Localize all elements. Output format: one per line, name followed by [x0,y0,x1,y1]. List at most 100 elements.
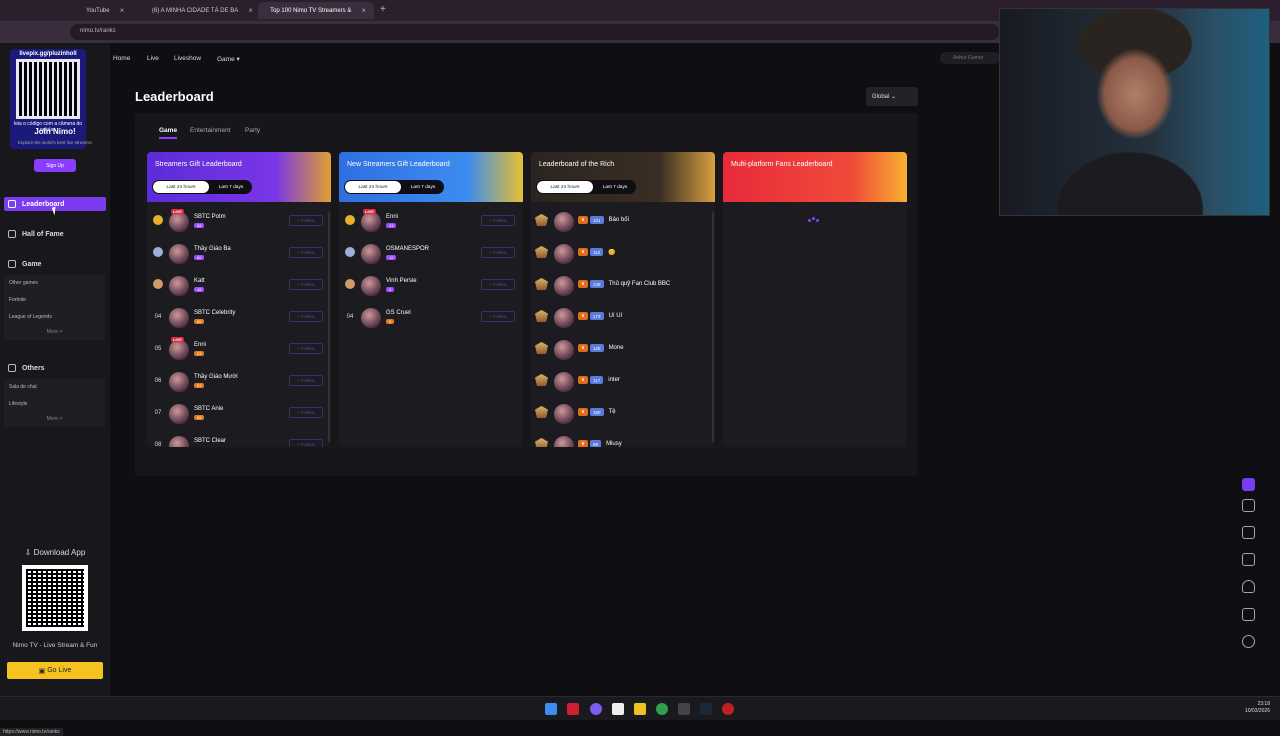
table-row[interactable]: ♛117inter [531,366,715,398]
avatar[interactable] [169,212,189,232]
avatar[interactable] [169,404,189,424]
sign-up-button[interactable]: Sign Up [34,159,76,172]
avatar[interactable] [169,372,189,392]
table-row[interactable]: Thầy Giáo Ba60+ Follow [147,238,331,270]
avatar[interactable] [554,276,574,296]
video-icon[interactable] [1242,526,1255,539]
submenu-item[interactable]: Sala de chat [4,379,105,396]
follow-button[interactable]: + Follow [481,247,515,258]
streamer-name[interactable]: Enni [386,214,398,220]
avatar[interactable] [169,276,189,296]
steam-icon[interactable] [700,703,712,715]
app-icon[interactable] [678,703,690,715]
sidebar-item-game[interactable]: Game [4,257,106,271]
table-row[interactable]: ♛99Miusy [531,430,715,447]
user-name[interactable]: 😊 [608,249,615,256]
streamer-name[interactable]: OSMANESPOR [386,246,429,252]
follow-button[interactable]: + Follow [481,279,515,290]
avatar[interactable] [361,276,381,296]
table-row[interactable]: OSMANESPOR12+ Follow [339,238,523,270]
period-24h[interactable]: Last 24 hours [345,181,401,193]
streamer-name[interactable]: SBTC Potm [194,214,226,220]
streamer-name[interactable]: Katt [194,278,205,284]
user-name[interactable]: inter [608,377,620,383]
table-row[interactable]: ♛101Bảo bối [531,206,715,238]
tab-party[interactable]: Party [245,127,260,134]
follow-button[interactable]: + Follow [289,343,323,354]
avatar[interactable] [361,212,381,232]
table-row[interactable]: 04SBTC Celebrity60+ Follow [147,302,331,334]
avatar[interactable] [554,308,574,328]
tab-entertainment[interactable]: Entertainment [190,127,230,134]
more-link[interactable]: More > [4,413,105,427]
table-row[interactable]: 04GS Cruel5+ Follow [339,302,523,334]
go-live-button[interactable]: ▣ Go Live [7,662,103,679]
user-name[interactable]: Bảo bối [609,217,629,223]
avatar[interactable] [554,372,574,392]
table-row[interactable]: 06Thầy Giáo Mười57+ Follow [147,366,331,398]
document-icon[interactable] [1242,553,1255,566]
close-icon[interactable]: × [361,6,366,15]
nav-live[interactable]: Live [147,55,159,62]
follow-button[interactable]: + Follow [481,215,515,226]
new-tab-icon[interactable]: + [380,4,386,15]
avatar[interactable] [554,436,574,447]
address-bar[interactable]: nimo.tv/ranks [70,24,1000,40]
nav-liveshow[interactable]: Liveshow [174,55,201,62]
table-row[interactable]: ♛160Tệ [531,398,715,430]
submenu-item[interactable]: Other games [4,275,105,292]
app-icon[interactable] [612,703,624,715]
bell-icon[interactable] [1242,580,1255,593]
user-name[interactable]: Tệ [609,409,616,415]
avatar[interactable] [554,212,574,232]
follow-button[interactable]: + Follow [289,247,323,258]
table-row[interactable]: Katt48+ Follow [147,270,331,302]
avatar[interactable] [554,404,574,424]
table-row[interactable]: 08SBTC Clear+ Follow [147,430,331,447]
avatar[interactable] [361,308,381,328]
table-row[interactable]: 07SBTC Anie55+ Follow [147,398,331,430]
avatar[interactable] [169,340,189,360]
chrome-icon[interactable] [656,703,668,715]
streamer-name[interactable]: Thầy Giáo Mười [194,374,238,380]
follow-button[interactable]: + Follow [289,279,323,290]
table-row[interactable]: ♛173Uí Uí [531,302,715,334]
headset-icon[interactable] [1242,635,1255,648]
table-row[interactable]: 05LIVEEnni23+ Follow [147,334,331,366]
table-row[interactable]: ♛112😊 [531,238,715,270]
folder-icon[interactable] [634,703,646,715]
submenu-item[interactable]: Lifestyle [4,396,105,413]
discord-icon[interactable] [1242,608,1255,621]
follow-button[interactable]: + Follow [289,407,323,418]
sidebar-item-hall-of-fame[interactable]: Hall of Fame [4,227,106,241]
table-row[interactable]: Vinh Persie5+ Follow [339,270,523,302]
nimo-mascot-icon[interactable] [1242,478,1255,491]
scrollbar[interactable] [712,212,714,442]
table-row[interactable]: LIVEEnni23+ Follow [339,206,523,238]
period-7d[interactable]: Last 7 days [594,181,636,193]
nav-game[interactable]: Game ▾ [217,55,240,63]
streamer-name[interactable]: Enni [194,342,206,348]
app-icon[interactable] [567,703,579,715]
user-name[interactable]: Mone [609,345,624,351]
streamer-name[interactable]: Vinh Persie [386,278,417,284]
avatar[interactable] [554,340,574,360]
user-name[interactable]: Thủ quỹ Fan Club BBC [609,281,671,287]
scrollbar[interactable] [328,212,330,442]
user-name[interactable]: Uí Uí [609,313,623,319]
more-link[interactable]: More > [4,326,105,340]
nav-home[interactable]: Home [113,55,130,62]
follow-button[interactable]: + Follow [289,215,323,226]
streamer-name[interactable]: SBTC Celebrity [194,310,235,316]
tab-youtube[interactable]: YouTube × [78,2,136,19]
follow-button[interactable]: + Follow [289,375,323,386]
avatar[interactable] [169,436,189,447]
table-row[interactable]: ♛138Thủ quỹ Fan Club BBC [531,270,715,302]
streamer-name[interactable]: SBTC Anie [194,406,223,412]
period-7d[interactable]: Last 7 days [210,181,252,193]
app-icon[interactable] [590,703,602,715]
windows-start-icon[interactable] [545,703,557,715]
table-row[interactable]: LIVESBTC Potm58+ Follow [147,206,331,238]
streamer-name[interactable]: SBTC Clear [194,438,226,444]
submenu-item[interactable]: League of Legends [4,309,105,326]
